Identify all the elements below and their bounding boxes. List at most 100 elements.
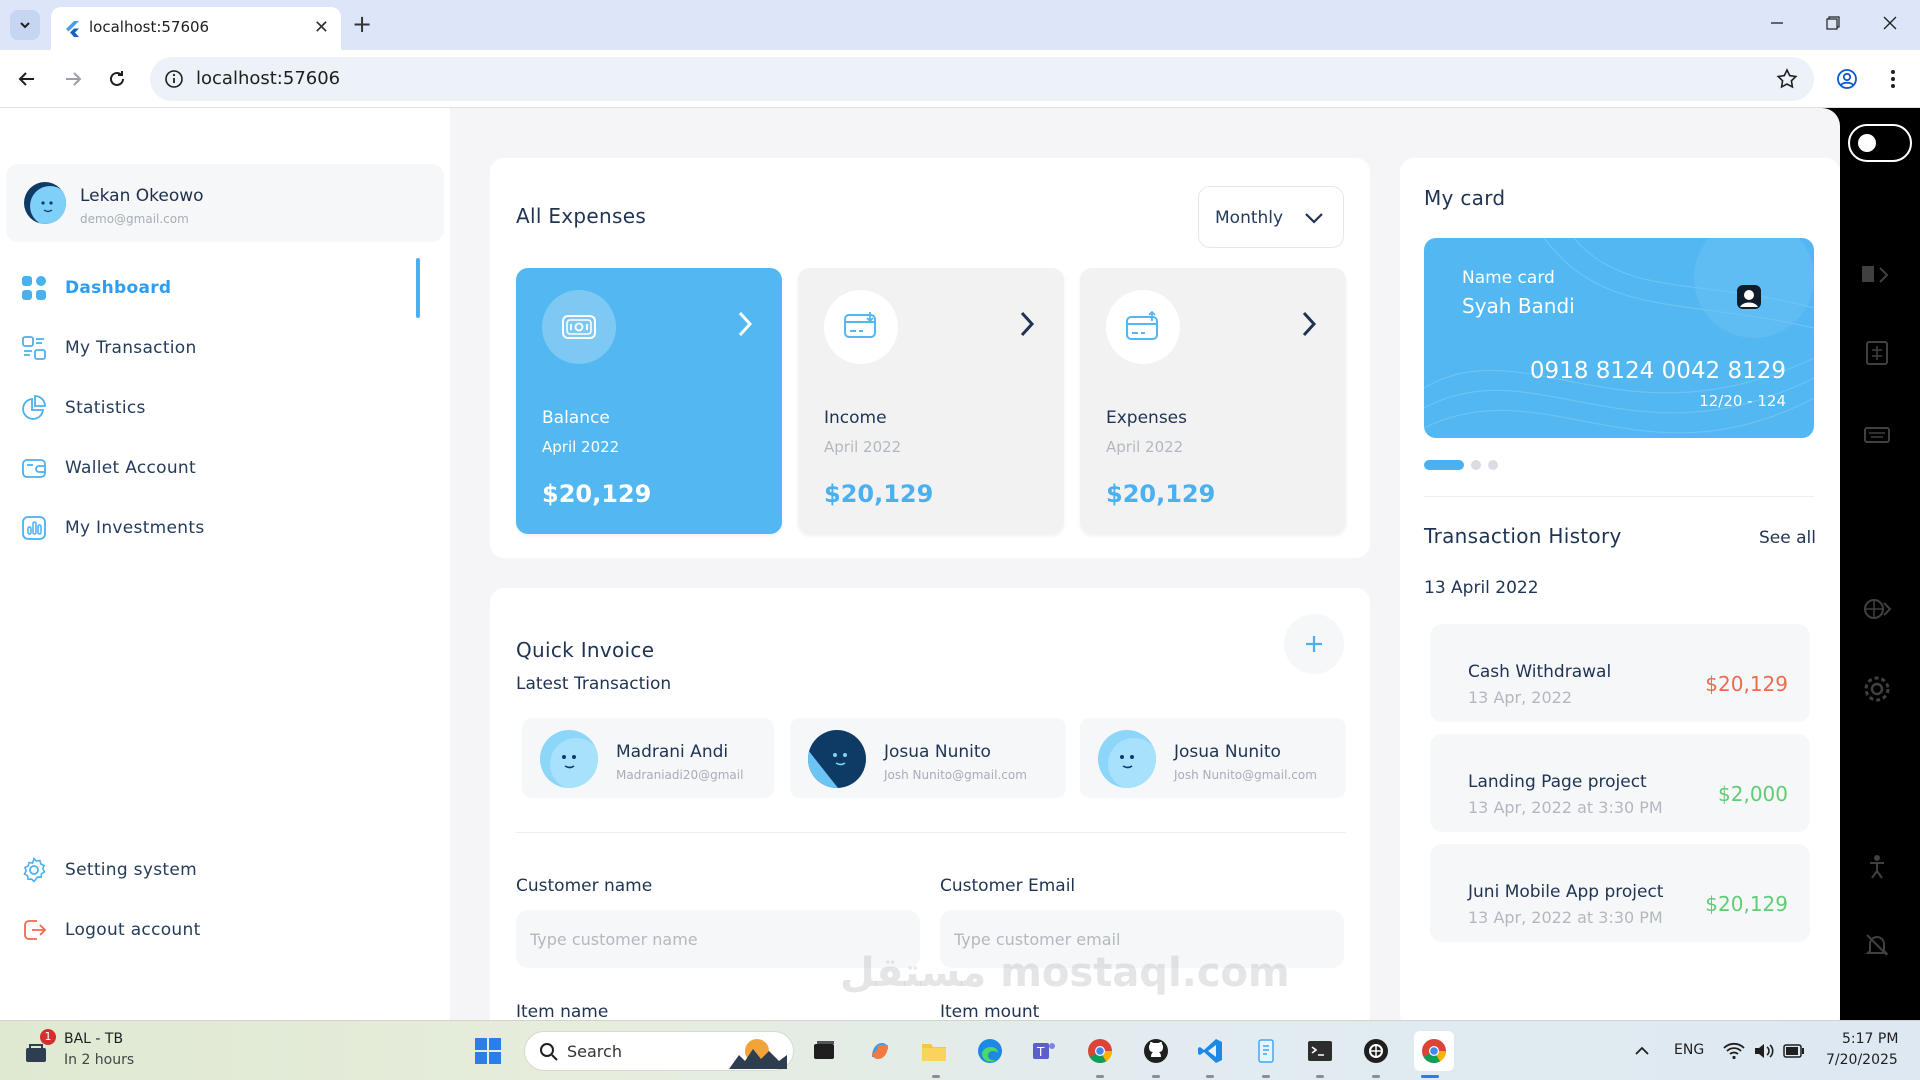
battery-icon[interactable]	[1778, 1035, 1810, 1067]
task-view-icon[interactable]	[808, 1035, 840, 1067]
money-icon	[542, 290, 616, 364]
income-icon	[824, 290, 898, 364]
sidebar-item-setting-system[interactable]: Setting system	[20, 854, 420, 886]
language-indicator[interactable]: ENG	[1674, 1042, 1704, 1058]
card-carousel-dots	[1424, 460, 1505, 470]
chatgpt-icon[interactable]	[1360, 1035, 1392, 1067]
my-card-panel: My card Name card Syah Bandi 0918 8124 0…	[1400, 158, 1840, 1020]
sidebar-item-dashboard[interactable]: Dashboard	[20, 272, 420, 304]
contact-card[interactable]: Josua Nunito Josh Nunito@gmail.com	[1080, 718, 1346, 798]
terminal-icon[interactable]	[1304, 1035, 1336, 1067]
widget-title[interactable]: BAL - TB	[64, 1031, 123, 1047]
card-amount: $20,129	[542, 480, 652, 508]
close-window-icon[interactable]	[1880, 13, 1900, 33]
user-email: demo@gmail.com	[80, 212, 189, 226]
minimize-icon[interactable]	[1767, 13, 1787, 33]
card-name: Balance	[542, 408, 610, 428]
expenses-panel: All Expenses Monthly Balance April 2022 …	[490, 158, 1370, 558]
sidebar-item-my-investments[interactable]: My Investments	[20, 512, 420, 544]
wifi-icon[interactable]	[1718, 1035, 1750, 1067]
transaction-row[interactable]: Cash Withdrawal 13 Apr, 2022 $20,129	[1430, 624, 1810, 722]
transaction-amount: $20,129	[1705, 892, 1788, 916]
reload-icon[interactable]	[104, 66, 130, 92]
transaction-row[interactable]: Juni Mobile App project 13 Apr, 2022 at …	[1430, 844, 1810, 942]
transaction-name: Juni Mobile App project	[1468, 882, 1664, 902]
tab-search-button[interactable]	[10, 10, 40, 40]
customer-name-label: Customer name	[516, 876, 653, 896]
windows-start-icon[interactable]	[472, 1035, 504, 1067]
volume-icon[interactable]	[1748, 1035, 1780, 1067]
carousel-dot[interactable]	[1488, 460, 1498, 470]
chrome-icon[interactable]	[1084, 1035, 1116, 1067]
restore-icon[interactable]	[1823, 13, 1843, 33]
clock-date[interactable]: 7/20/2025	[1826, 1052, 1898, 1068]
chevron-right-icon	[1300, 310, 1318, 338]
sidebar-item-label: My Investments	[65, 518, 205, 538]
period-dropdown[interactable]: Monthly	[1198, 186, 1344, 248]
file-explorer-icon[interactable]	[918, 1035, 950, 1067]
sidebar-item-wallet-account[interactable]: Wallet Account	[20, 452, 420, 484]
period-value: Monthly	[1215, 208, 1284, 228]
chevron-up-icon[interactable]	[1626, 1035, 1658, 1067]
my-card-title: My card	[1424, 186, 1506, 210]
transaction-row[interactable]: Landing Page project 13 Apr, 2022 at 3:3…	[1430, 734, 1810, 832]
contact-card[interactable]: Josua Nunito Josh Nunito@gmail.com	[790, 718, 1066, 798]
widget-subtitle: In 2 hours	[64, 1052, 135, 1068]
github-icon[interactable]	[1140, 1035, 1172, 1067]
bookmark-star-icon[interactable]	[1776, 68, 1798, 90]
carousel-dot-active[interactable]	[1424, 460, 1464, 470]
transaction-date: 13 Apr, 2022	[1468, 688, 1573, 707]
chevron-right-icon	[1862, 260, 1892, 290]
plus-icon	[1306, 636, 1322, 652]
carousel-dot[interactable]	[1471, 460, 1481, 470]
card-expiry: 12/20 - 124	[1699, 392, 1786, 410]
sidebar-item-label: Statistics	[65, 398, 146, 418]
address-bar[interactable]: localhost:57606	[150, 57, 1814, 101]
browser-toolbar: localhost:57606	[0, 50, 1920, 108]
app-viewport: Lekan Okeowo demo@gmail.com Dashboard My…	[0, 108, 1840, 1020]
copilot-icon[interactable]	[864, 1035, 896, 1067]
avatar	[24, 182, 66, 224]
see-all-link[interactable]: See all	[1759, 528, 1816, 548]
bank-card[interactable]: Name card Syah Bandi 0918 8124 0042 8129…	[1424, 238, 1814, 438]
card-name-label: Name card	[1462, 268, 1555, 288]
bar-chart-icon	[20, 514, 48, 542]
card-name: Income	[824, 408, 887, 428]
card-date: April 2022	[824, 438, 902, 456]
browser-tab[interactable]: localhost:57606 ✕	[51, 7, 341, 50]
teams-icon[interactable]: T	[1028, 1035, 1060, 1067]
clock-time[interactable]: 5:17 PM	[1842, 1031, 1898, 1047]
profile-icon[interactable]	[1834, 66, 1860, 92]
contact-card[interactable]: Madrani Andi Madraniadi20@gmail	[522, 718, 774, 798]
add-invoice-button[interactable]	[1284, 614, 1344, 674]
forward-arrow-icon[interactable]	[60, 66, 86, 92]
sidebar-item-label: Setting system	[65, 860, 197, 880]
edge-browser-icon[interactable]	[974, 1035, 1006, 1067]
customer-email-input[interactable]	[940, 910, 1344, 968]
chrome-active-icon[interactable]	[1414, 1031, 1454, 1071]
customer-name-input[interactable]	[516, 910, 920, 968]
contact-name: Josua Nunito	[884, 742, 991, 762]
notepad-icon[interactable]	[1250, 1035, 1282, 1067]
taskbar-search[interactable]: Search	[524, 1031, 794, 1071]
site-info-icon[interactable]	[164, 69, 184, 89]
user-profile-card[interactable]: Lekan Okeowo demo@gmail.com	[6, 164, 444, 242]
chevron-right-icon	[1018, 310, 1036, 338]
more-vertical-icon[interactable]	[1880, 66, 1906, 92]
new-tab-icon[interactable]: +	[352, 11, 372, 37]
sidebar-item-statistics[interactable]: Statistics	[20, 392, 420, 424]
sidebar-item-logout-account[interactable]: Logout account	[20, 914, 420, 946]
sidebar-item-my-transaction[interactable]: My Transaction	[20, 332, 420, 364]
back-arrow-icon[interactable]	[14, 66, 40, 92]
gear-icon	[20, 856, 48, 884]
close-tab-icon[interactable]: ✕	[314, 18, 329, 38]
expenses-card[interactable]: Expenses April 2022 $20,129	[1080, 268, 1346, 534]
transaction-name: Landing Page project	[1468, 772, 1647, 792]
sidebar-item-label: Logout account	[65, 920, 201, 940]
income-card[interactable]: Income April 2022 $20,129	[798, 268, 1064, 534]
theme-toggle[interactable]	[1848, 124, 1912, 162]
vscode-icon[interactable]	[1194, 1035, 1226, 1067]
url-text[interactable]: localhost:57606	[196, 68, 340, 89]
balance-card[interactable]: Balance April 2022 $20,129	[516, 268, 782, 534]
running-indicator-active	[1421, 1075, 1439, 1078]
